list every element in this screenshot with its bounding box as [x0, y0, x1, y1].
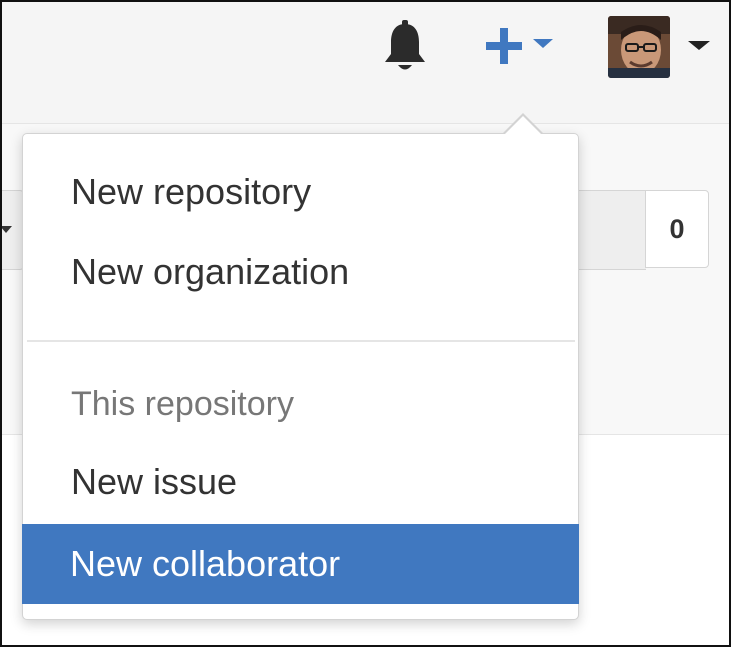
menu-item-new-collaborator[interactable]: New collaborator — [22, 524, 579, 604]
menu-item-new-repository[interactable]: New repository — [23, 152, 578, 232]
plus-icon[interactable] — [484, 26, 524, 66]
menu-item-new-organization[interactable]: New organization — [23, 232, 578, 312]
dropdown-pointer-fill — [505, 116, 541, 134]
chevron-down-icon — [0, 226, 12, 233]
chevron-down-icon[interactable] — [533, 39, 553, 48]
fork-count[interactable]: 0 — [645, 190, 709, 268]
menu-divider — [27, 340, 575, 342]
menu-section-header: This repository — [71, 385, 294, 423]
avatar[interactable] — [608, 16, 670, 78]
create-new-dropdown: New repository New organization This rep… — [22, 133, 579, 620]
menu-item-new-issue[interactable]: New issue — [23, 442, 578, 522]
bell-icon[interactable] — [380, 20, 430, 74]
chevron-down-icon[interactable] — [688, 41, 710, 50]
